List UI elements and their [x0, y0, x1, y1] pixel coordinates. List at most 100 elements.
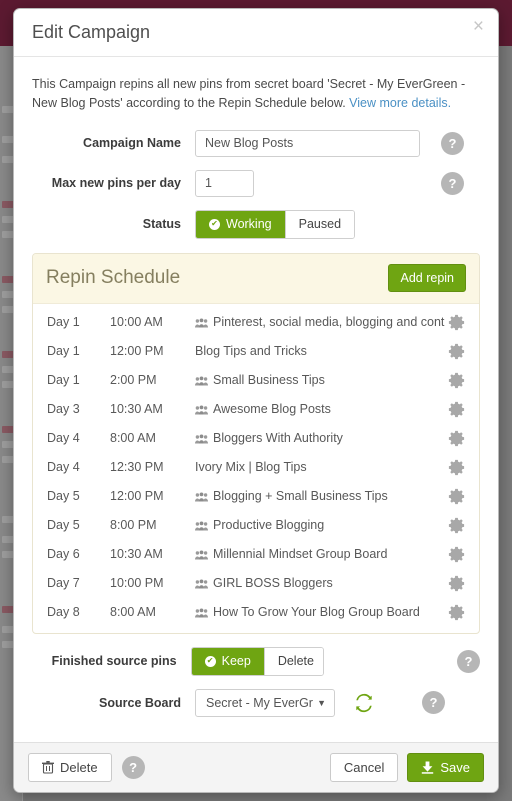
footer-actions: Cancel Save: [329, 753, 484, 782]
max-pins-label: Max new pins per day: [51, 176, 181, 191]
group-board-icon: [195, 576, 208, 590]
schedule-row: Day 1 2:00 PM Small Business Tips: [33, 366, 479, 395]
schedule-row-settings-gear-icon[interactable]: [445, 603, 467, 622]
save-button[interactable]: Save: [407, 753, 484, 782]
delete-button[interactable]: Delete: [28, 753, 112, 782]
finished-source-pins-row: Finished source pins ✔ Keep Delete ?: [32, 646, 480, 676]
campaign-name-label: Campaign Name: [83, 136, 181, 151]
schedule-row-settings-gear-icon[interactable]: [445, 458, 467, 477]
schedule-row-board-label: Millennial Mindset Group Board: [213, 547, 388, 562]
schedule-row-settings-gear-icon[interactable]: [445, 342, 467, 361]
schedule-row: Day 1 12:00 PM Blog Tips and Tricks: [33, 337, 479, 366]
schedule-row-board: Millennial Mindset Group Board: [195, 547, 445, 561]
dialog-body: This Campaign repins all new pins from s…: [14, 57, 498, 742]
finished-source-pins-help-icon[interactable]: ?: [457, 649, 480, 673]
campaign-name-help-icon[interactable]: ?: [441, 131, 464, 155]
schedule-row-settings-gear-icon[interactable]: [445, 400, 467, 419]
schedule-row-board-label: Awesome Blog Posts: [213, 402, 331, 417]
schedule-row-board-label: Small Business Tips: [213, 373, 325, 388]
schedule-row-day: Day 3: [47, 402, 80, 417]
intro-text: This Campaign repins all new pins from s…: [32, 75, 480, 114]
group-board-icon: [195, 373, 208, 387]
campaign-name-input[interactable]: New Blog Posts: [195, 129, 420, 157]
schedule-row-time: 10:00 PM: [110, 576, 164, 591]
add-repin-button[interactable]: Add repin: [388, 263, 466, 292]
save-button-label: Save: [440, 760, 470, 775]
schedule-row-settings-gear-icon[interactable]: [445, 545, 467, 564]
campaign-name-row: Campaign Name New Blog Posts ?: [32, 129, 480, 157]
schedule-row-board: Ivory Mix | Blog Tips: [195, 460, 445, 474]
schedule-row-board: Small Business Tips: [195, 373, 445, 387]
group-board-icon: [195, 431, 208, 445]
schedule-row-day: Day 1: [47, 344, 80, 359]
group-board-icon: [195, 402, 208, 416]
source-board-row: Source Board Secret - My EverGr ▼ ?: [32, 688, 480, 717]
schedule-row-board-label: Bloggers With Authority: [213, 431, 343, 446]
check-icon: ✔: [209, 218, 220, 230]
schedule-row-board: Pinterest, social media, blogging and co…: [195, 315, 445, 329]
repin-schedule-panel: Repin Schedule Add repin Day 1 10:00 AM Pi…: [32, 252, 480, 634]
status-option-working-label: Working: [226, 217, 272, 232]
schedule-row: Day 4 8:00 AM Bloggers With Authority: [33, 424, 479, 453]
group-board-icon: [195, 547, 208, 561]
status-row: Status ✔ Working Paused: [32, 209, 480, 239]
cancel-button[interactable]: Cancel: [329, 753, 399, 782]
footer-help-icon[interactable]: ?: [121, 756, 145, 779]
schedule-row-settings-gear-icon[interactable]: [445, 429, 467, 448]
schedule-row-board: Bloggers With Authority: [195, 431, 445, 445]
schedule-row-board-label: Ivory Mix | Blog Tips: [195, 460, 307, 475]
dialog-footer: Delete ? Cancel Save: [14, 742, 498, 792]
status-option-working[interactable]: ✔ Working: [196, 210, 285, 238]
schedule-row: Day 5 12:00 PM Blogging + Small Business T…: [33, 482, 479, 511]
schedule-row-time: 10:00 AM: [110, 315, 163, 330]
group-board-icon: [195, 518, 208, 532]
schedule-row-board-label: How To Grow Your Blog Group Board: [213, 605, 420, 620]
schedule-row-day: Day 4: [47, 431, 80, 446]
source-board-select[interactable]: Secret - My EverGr ▼: [195, 688, 335, 717]
status-label: Status: [142, 217, 181, 232]
schedule-row-settings-gear-icon[interactable]: [445, 574, 467, 593]
max-pins-help-icon[interactable]: ?: [441, 171, 464, 195]
schedule-row: Day 8 8:00 AM How To Grow Your Blog Group …: [33, 598, 479, 627]
view-more-details-link[interactable]: View more details.: [349, 96, 451, 110]
max-pins-row: Max new pins per day 1 ?: [32, 169, 480, 197]
schedule-row-board: How To Grow Your Blog Group Board: [195, 605, 445, 619]
schedule-row-settings-gear-icon[interactable]: [445, 313, 467, 332]
source-board-help-icon[interactable]: ?: [422, 691, 445, 715]
schedule-row-day: Day 1: [47, 315, 80, 330]
close-icon[interactable]: ×: [473, 17, 484, 36]
schedule-row-board: Productive Blogging: [195, 518, 445, 532]
repin-schedule-list: Day 1 10:00 AM Pinterest, social media, bl…: [33, 304, 479, 633]
repin-schedule-header: Repin Schedule Add repin: [33, 253, 479, 304]
schedule-row-day: Day 8: [47, 605, 80, 620]
schedule-row-time: 10:30 AM: [110, 402, 163, 417]
schedule-row-day: Day 7: [47, 576, 80, 591]
schedule-row-time: 8:00 PM: [110, 518, 157, 533]
schedule-row-day: Day 1: [47, 373, 80, 388]
refresh-icon[interactable]: [354, 693, 374, 713]
schedule-row: Day 4 12:30 PM Ivory Mix | Blog Tips: [33, 453, 479, 482]
chevron-down-icon: ▼: [317, 697, 326, 708]
schedule-row-board: Blog Tips and Tricks: [195, 344, 445, 358]
group-board-icon: [195, 489, 208, 503]
finished-source-pins-option-keep[interactable]: ✔ Keep: [191, 647, 264, 675]
edit-campaign-dialog: Edit Campaign × This Campaign repins all…: [13, 8, 499, 793]
schedule-row-settings-gear-icon[interactable]: [445, 487, 467, 506]
schedule-row-time: 2:00 PM: [110, 373, 157, 388]
schedule-row-time: 12:30 PM: [110, 460, 164, 475]
schedule-row-settings-gear-icon[interactable]: [445, 371, 467, 390]
status-toggle-group: ✔ Working Paused: [195, 209, 356, 239]
group-board-icon: [195, 315, 208, 329]
schedule-row: Day 7 10:00 PM GIRL BOSS Bloggers: [33, 569, 479, 598]
max-pins-input[interactable]: 1: [195, 169, 254, 197]
finished-source-pins-option-delete[interactable]: Delete: [263, 647, 323, 675]
finished-source-pins-label: Finished source pins: [51, 654, 177, 669]
schedule-row-time: 8:00 AM: [110, 431, 156, 446]
schedule-row-settings-gear-icon[interactable]: [445, 516, 467, 535]
schedule-row-board-label: Blogging + Small Business Tips: [213, 489, 388, 504]
schedule-row-board-label: Pinterest, social media, blogging and co…: [213, 315, 445, 330]
schedule-row-board-label: Blog Tips and Tricks: [195, 344, 307, 359]
page-title: Edit Campaign: [32, 22, 151, 42]
schedule-row-day: Day 5: [47, 489, 80, 504]
status-option-paused[interactable]: Paused: [284, 210, 355, 238]
